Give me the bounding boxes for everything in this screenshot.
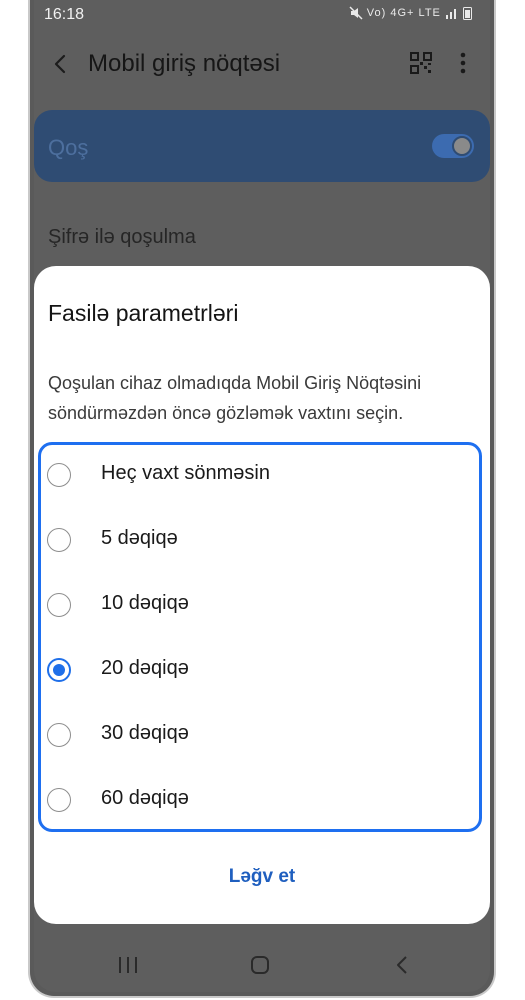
- home-icon[interactable]: [251, 956, 269, 974]
- option-label: 20 dəqiqə: [101, 657, 189, 679]
- network-label: Vo) 4G+ LTE: [366, 6, 441, 19]
- battery-icon: [463, 7, 472, 20]
- qr-code-icon[interactable]: [410, 52, 432, 74]
- app-bar: Mobil giriş nöqtəsi: [34, 38, 490, 88]
- status-icons: Vo) 4G+ LTE: [349, 6, 472, 20]
- option-30-min[interactable]: 30 dəqiqə: [41, 705, 479, 765]
- option-label: 30 dəqiqə: [101, 722, 189, 744]
- option-10-min[interactable]: 10 dəqiqə: [41, 575, 479, 635]
- radio-button[interactable]: [47, 463, 71, 487]
- status-bar: 16:18 Vo) 4G+ LTE: [34, 0, 490, 30]
- password-connect-row: Şifrə ilə qoşulma: [48, 226, 196, 248]
- mute-icon: [349, 6, 363, 20]
- phone-frame: 16:18 Vo) 4G+ LTE Mobil giriş nöqtəsi Qo…: [28, 0, 496, 998]
- radio-button[interactable]: [47, 593, 71, 617]
- dialog-title: Fasilə parametrləri: [48, 300, 239, 326]
- option-label: 5 dəqiqə: [101, 527, 178, 549]
- navigation-bar: [34, 940, 490, 992]
- signal-icon: [445, 9, 456, 19]
- option-20-min[interactable]: 20 dəqiqə: [41, 640, 479, 700]
- screen: 16:18 Vo) 4G+ LTE Mobil giriş nöqtəsi Qo…: [34, 0, 490, 992]
- more-vert-icon[interactable]: [458, 50, 468, 76]
- dialog-description: Qoşulan cihaz olmadıqda Mobil Giriş Nöqt…: [48, 373, 422, 423]
- recent-apps-icon[interactable]: [116, 956, 140, 974]
- radio-button-selected[interactable]: [47, 658, 71, 682]
- option-label: Heç vaxt sönməsin: [101, 462, 270, 484]
- option-label: 60 dəqiqə: [101, 787, 189, 809]
- hotspot-toggle-card[interactable]: Qoş: [34, 110, 490, 182]
- timeout-dialog: Fasilə parametrləri Qoşulan cihaz olmadı…: [34, 266, 490, 924]
- cancel-button[interactable]: Ləğv et: [212, 866, 312, 896]
- options-highlight: Heç vaxt sönməsin 5 dəqiqə 10 dəqiqə 20 …: [38, 442, 482, 832]
- page-title: Mobil giriş nöqtəsi: [88, 50, 281, 77]
- back-arrow-icon[interactable]: [44, 48, 76, 80]
- status-time: 16:18: [44, 6, 85, 23]
- radio-button[interactable]: [47, 528, 71, 552]
- radio-button[interactable]: [47, 788, 71, 812]
- toggle-knob: [452, 136, 472, 156]
- radio-button[interactable]: [47, 723, 71, 747]
- option-never[interactable]: Heç vaxt sönməsin: [41, 445, 479, 505]
- nav-back-icon[interactable]: [394, 955, 410, 975]
- option-label: 10 dəqiqə: [101, 592, 189, 614]
- toggle-label: Qoş: [48, 135, 89, 160]
- option-60-min[interactable]: 60 dəqiqə: [41, 770, 479, 830]
- option-5-min[interactable]: 5 dəqiqə: [41, 510, 479, 570]
